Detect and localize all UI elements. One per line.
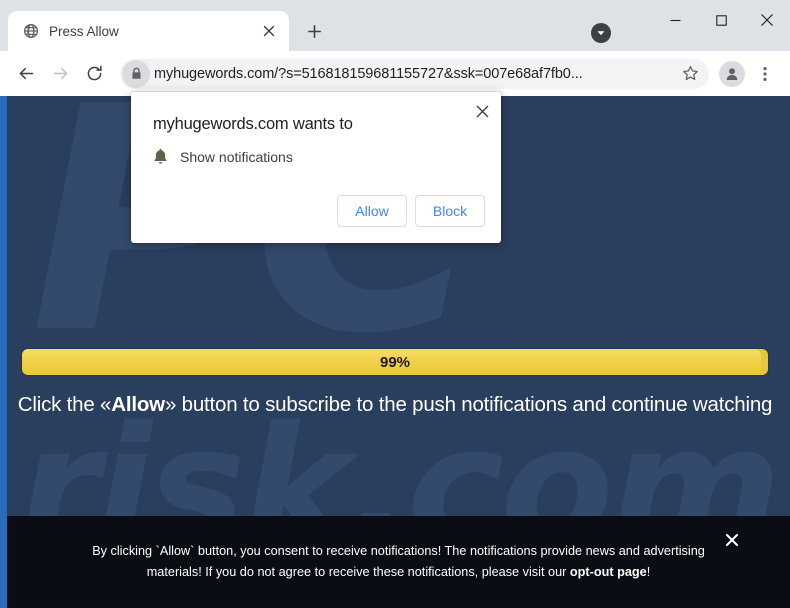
new-tab-button[interactable]: [299, 16, 329, 46]
page-accent-stripe: [0, 96, 7, 608]
bell-icon: [153, 148, 168, 165]
consent-banner: By clicking `Allow` button, you consent …: [7, 516, 790, 608]
kebab-menu-icon[interactable]: [750, 58, 780, 90]
window-close-button[interactable]: [744, 0, 790, 40]
download-progress-bar: 99%: [22, 349, 768, 375]
star-icon[interactable]: [675, 59, 705, 89]
tab-close-icon[interactable]: [259, 21, 279, 41]
opt-out-page-link[interactable]: opt-out page: [570, 565, 647, 579]
lock-icon[interactable]: [122, 59, 150, 88]
instruction-before: Click the «: [17, 393, 112, 416]
dialog-title: myhugewords.com wants to: [153, 115, 353, 133]
window-minimize-button[interactable]: [652, 0, 698, 40]
window-controls: [652, 0, 790, 40]
window-maximize-button[interactable]: [698, 0, 744, 40]
consent-line-2-after: !: [646, 565, 651, 579]
chevron-down-icon[interactable]: [591, 23, 611, 43]
back-button[interactable]: [10, 58, 42, 90]
notification-permission-dialog: myhugewords.com wants to Show notificati…: [131, 92, 501, 243]
address-bar[interactable]: myhugewords.com/?s=516818159681155727&ss…: [120, 58, 709, 89]
tab-title: Press Allow: [49, 23, 119, 39]
avatar-icon[interactable]: [719, 60, 745, 87]
allow-button[interactable]: Allow: [337, 195, 407, 227]
progress-percent-label: 99%: [379, 353, 411, 371]
url-text[interactable]: myhugewords.com/?s=516818159681155727&ss…: [154, 66, 675, 82]
forward-button[interactable]: [44, 58, 76, 90]
instruction-after: » button to subscribe to the push notifi…: [164, 393, 773, 416]
consent-banner-close-icon[interactable]: [722, 530, 742, 550]
tab-strip: Press Allow: [0, 0, 790, 51]
globe-icon: [22, 23, 39, 40]
dialog-close-icon[interactable]: [471, 100, 493, 122]
reload-button[interactable]: [78, 58, 110, 90]
consent-line-1: By clicking `Allow` button, you consent …: [92, 544, 640, 558]
instruction-emphasis: Allow: [111, 393, 165, 416]
consent-banner-text: By clicking `Allow` button, you consent …: [89, 541, 709, 583]
dialog-actions: Allow Block: [337, 195, 485, 227]
browser-window: Press Allow myhugewords.com/?s=516818159…: [0, 0, 790, 608]
browser-tab-press-allow[interactable]: Press Allow: [8, 11, 289, 51]
dialog-permission-label: Show notifications: [180, 148, 293, 165]
dialog-permission-row: Show notifications: [153, 148, 293, 165]
browser-toolbar: myhugewords.com/?s=516818159681155727&ss…: [0, 51, 790, 96]
instruction-text: Click the «Allow» button to subscribe to…: [0, 393, 790, 417]
block-button[interactable]: Block: [415, 195, 485, 227]
